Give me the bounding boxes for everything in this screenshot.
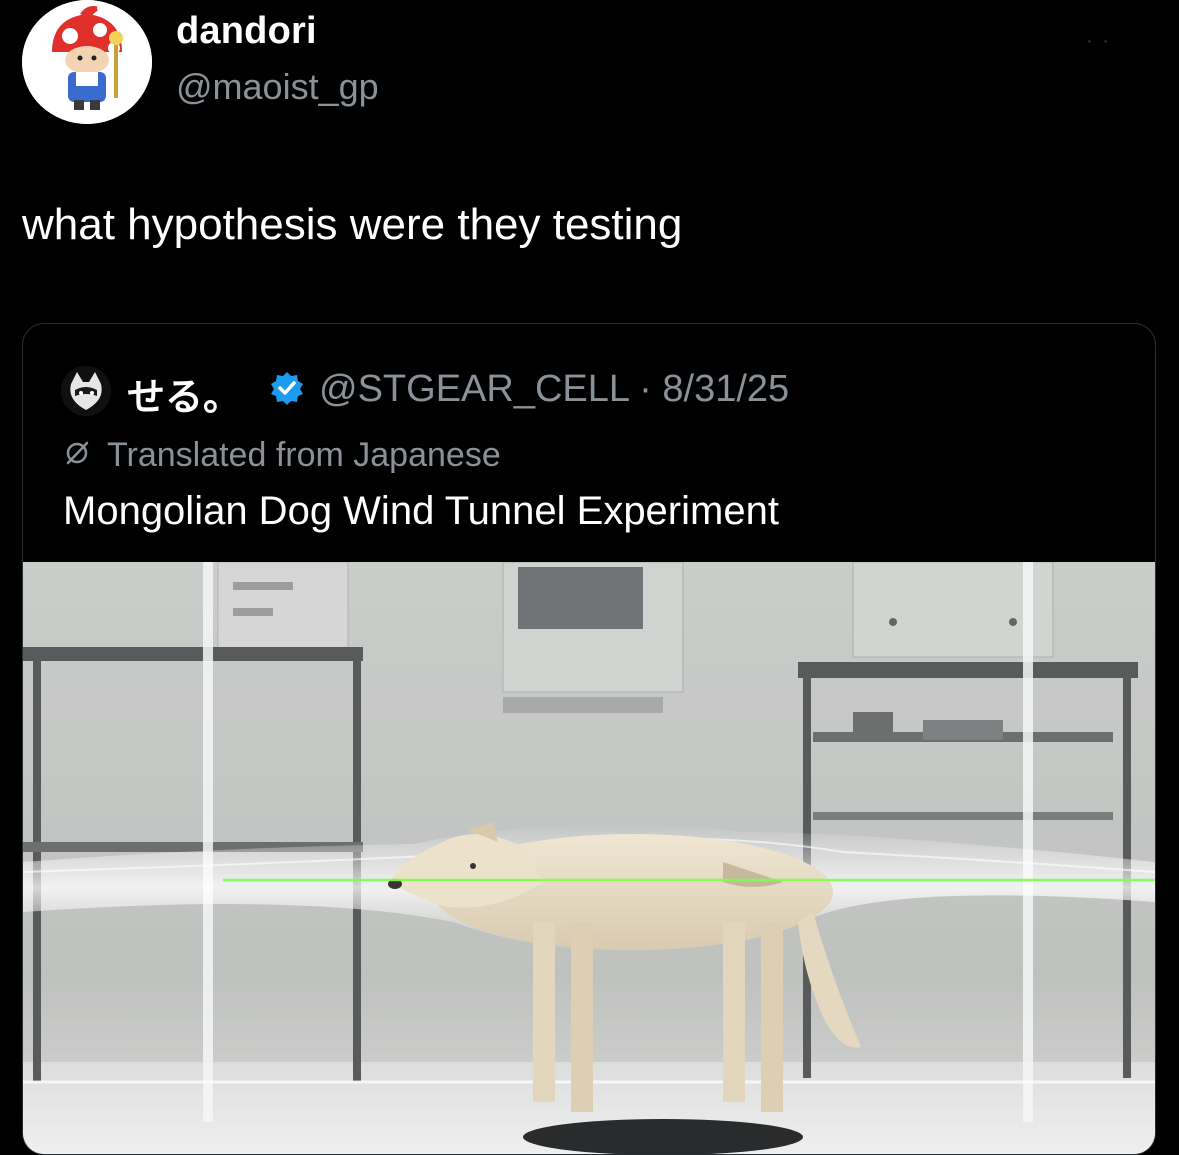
quoted-post-card[interactable]: せる。 @STGEAR_CELL · 8/31/25 Translated fr… — [22, 323, 1156, 1155]
quoted-author-display-name[interactable]: せる。 — [127, 366, 241, 421]
author-avatar[interactable] — [22, 0, 152, 124]
dog-in-wind-tunnel-image — [23, 562, 1155, 1154]
quoted-author-avatar[interactable] — [61, 366, 111, 416]
author-display-name[interactable]: dandori — [176, 10, 317, 53]
mushroom-character-avatar-icon — [22, 0, 152, 124]
post-text: what hypothesis were they testing — [22, 200, 683, 249]
post: dandori @maoist_gp · · what hypothesis w… — [0, 0, 1179, 1155]
author-handle[interactable]: @maoist_gp — [176, 66, 379, 108]
quoted-post-text: Mongolian Dog Wind Tunnel Experiment — [63, 489, 779, 533]
translation-note[interactable]: Translated from Japanese — [107, 436, 501, 475]
more-options-icon[interactable]: · · — [1086, 30, 1111, 53]
translate-slash-icon — [66, 441, 89, 465]
quoted-post-media[interactable] — [23, 562, 1155, 1154]
cat-avatar-icon — [61, 366, 111, 416]
quoted-author-handle-and-date[interactable]: @STGEAR_CELL · 8/31/25 — [319, 368, 789, 411]
verified-badge-icon — [271, 372, 303, 405]
